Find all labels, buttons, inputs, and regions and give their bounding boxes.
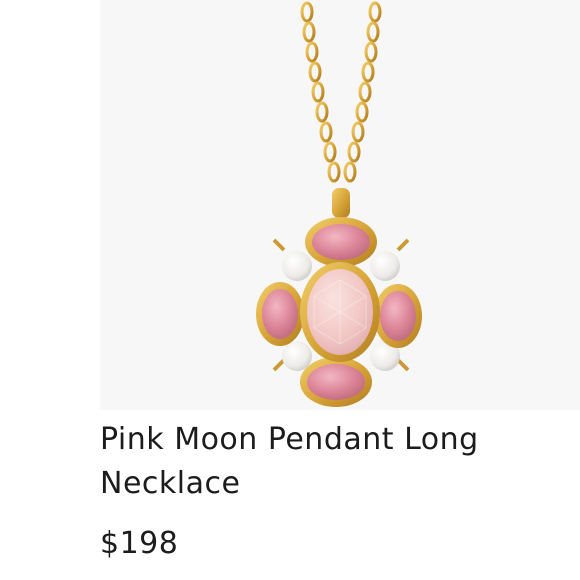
product-price: $198 (100, 526, 179, 561)
bail (332, 188, 350, 218)
top-stone (305, 217, 377, 267)
bottom-stone (300, 357, 372, 407)
center-stone (300, 262, 380, 362)
necklace-illustration (256, 1, 422, 407)
chain (300, 1, 382, 183)
left-stone (256, 282, 304, 346)
product-image[interactable] (100, 0, 580, 410)
product-title[interactable]: Pink Moon Pendant Long Necklace (100, 418, 560, 506)
right-stone (374, 284, 422, 348)
